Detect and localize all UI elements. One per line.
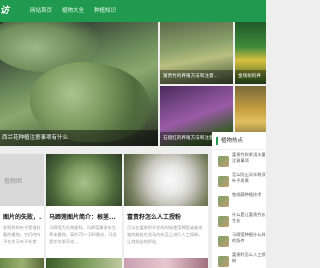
article-excerpt: 可以在富贵籽开花的时候使用棉签或者毛笔的粉粒在花朵的花蕊上进行人工授粉，让其结出… — [127, 225, 203, 244]
article-card[interactable]: 马蹄莲图片简介：根茎... 马蹄莲为天南星科，马蹄莲属多年生草本植物，高约70～… — [46, 154, 122, 268]
article-image-next — [46, 258, 122, 268]
article-card[interactable]: 植物图 图片的失败，... 发财树的叶子是很好看的植物，它们的叶子在冬天叶子非常 — [0, 154, 44, 268]
sidebar-title: 植物热点 — [221, 138, 244, 144]
hot-list-item[interactable]: 马蹄莲种植什么样的条件 — [212, 232, 266, 252]
hero-caption[interactable]: 西兰花种植注意事项有什么 — [0, 130, 158, 146]
hot-item-title[interactable]: 富贵籽怎么人工授粉 — [232, 252, 266, 264]
hot-item-title[interactable]: 什么是让富贵竹长生长 — [232, 212, 266, 224]
thumb-card[interactable]: 金钱树的养 — [235, 22, 266, 84]
site-logo[interactable]: 访 — [0, 0, 10, 22]
thumb-caption: 金钱树的养 — [235, 70, 266, 84]
article-image[interactable]: 植物图 — [0, 154, 44, 206]
article-excerpt: 发财树的叶子是很好看的植物，它们的叶子在冬天叶子非常 — [3, 225, 41, 244]
hot-list-item[interactable]: 怎么防止风羊胡须叶子发黄 — [212, 172, 266, 192]
hot-plants-sidebar: 植物热点 富贵竹秋季浇水量注意事项 怎么防止风羊胡须叶子发黄 铁线蕨种植技术 什… — [212, 132, 266, 268]
article-title[interactable]: 图片的失败，... — [3, 212, 42, 221]
main-nav: 网站首页 植物大全 种植知识 — [30, 0, 116, 22]
sidebar-header: 植物热点 — [212, 132, 266, 150]
thumb-caption: 富贵竹的养殖方法和注意... — [160, 70, 233, 84]
nav-home[interactable]: 网站首页 — [30, 0, 52, 22]
article-image-next — [0, 258, 44, 268]
sidebar-accent-bar — [216, 137, 218, 145]
hot-item-title[interactable]: 怎么防止风羊胡须叶子发黄 — [232, 172, 266, 184]
thumb-card[interactable]: 富贵竹的养殖方法和注意... — [160, 22, 233, 84]
nav-knowledge[interactable]: 种植知识 — [94, 0, 116, 22]
article-title[interactable]: 富贵籽怎么人工授粉 — [127, 212, 206, 221]
hot-list-item[interactable]: 什么是让富贵竹长生长 — [212, 212, 266, 232]
article-title[interactable]: 马蹄莲图片简介：根茎... — [49, 212, 120, 221]
article-image[interactable] — [46, 154, 122, 206]
article-card[interactable]: 富贵籽怎么人工授粉 可以在富贵籽开花的时候使用棉签或者毛笔的粉粒在花朵的花蕊上进… — [124, 154, 208, 268]
article-image[interactable] — [124, 154, 208, 206]
nav-plants[interactable]: 植物大全 — [62, 0, 84, 22]
hot-item-title[interactable]: 铁线蕨种植技术 — [232, 192, 266, 204]
hot-item-title[interactable]: 富贵竹秋季浇水量注意事项 — [232, 152, 266, 164]
top-nav-bar: 访 网站首页 植物大全 种植知识 — [0, 0, 266, 22]
hot-list-item[interactable]: 铁线蕨种植技术 — [212, 192, 266, 212]
hot-list-item[interactable]: 富贵籽怎么人工授粉 — [212, 252, 266, 268]
image-placeholder-text: 植物图 — [4, 178, 23, 185]
hot-list-item[interactable]: 富贵竹秋季浇水量注意事项 — [212, 152, 266, 172]
hero-carousel[interactable]: 西兰花种植注意事项有什么 — [0, 22, 158, 146]
article-excerpt: 马蹄莲为天南星科，马蹄莲属多年生草本植物，高约70～100厘米，开花是在冬季开花… — [49, 225, 117, 244]
article-image-next — [124, 258, 208, 268]
hot-item-title[interactable]: 马蹄莲种植什么样的条件 — [232, 232, 266, 244]
hot-list: 富贵竹秋季浇水量注意事项 怎么防止风羊胡须叶子发黄 铁线蕨种植技术 什么是让富贵… — [212, 152, 266, 268]
